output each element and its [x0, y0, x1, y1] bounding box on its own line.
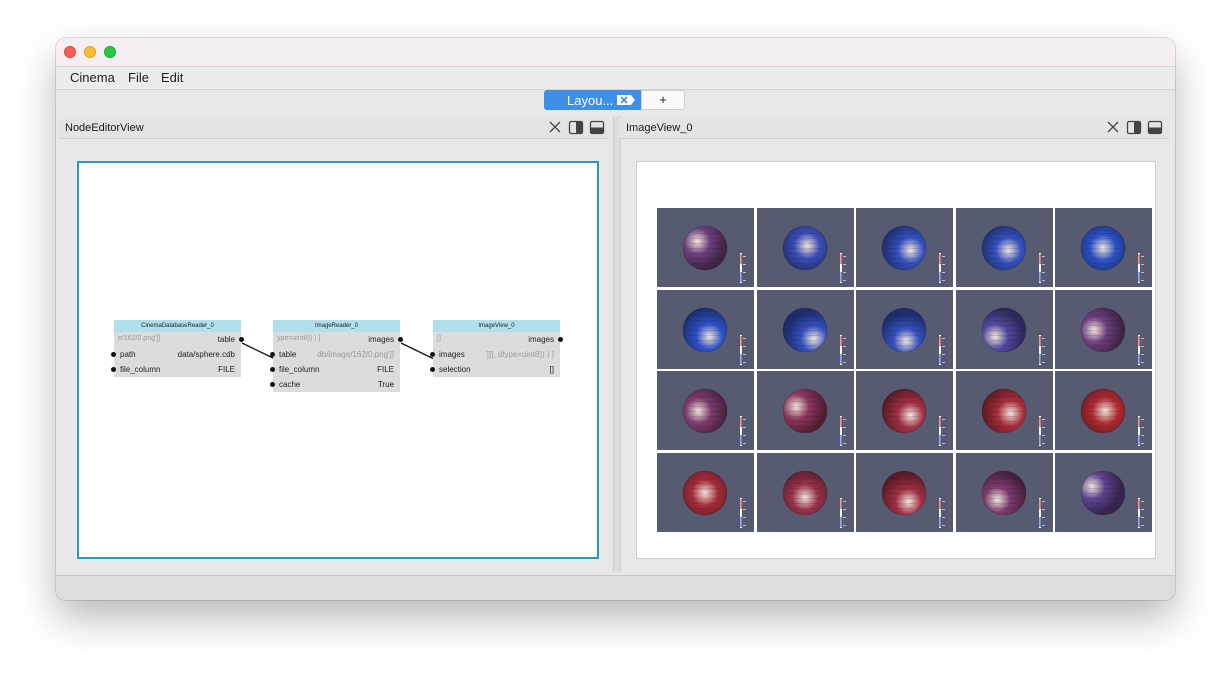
input-socket[interactable] [270, 367, 275, 372]
node-editor-panel: CinemaDatabaseReader_0 e/162/0.png']] tabl… [58, 139, 611, 573]
image-thumbnail[interactable] [856, 289, 953, 369]
node-port: path data/sphere.cdb [111, 347, 241, 362]
image-thumbnail[interactable] [657, 289, 754, 369]
node-port: table db/image/162/0.png']] [270, 347, 400, 362]
image-thumbnail[interactable] [856, 208, 953, 287]
close-window-button[interactable] [64, 46, 76, 58]
image-thumbnail[interactable] [955, 289, 1053, 369]
image-thumbnail[interactable] [856, 371, 953, 450]
zoom-window-button[interactable] [104, 46, 116, 58]
image-thumbnail[interactable] [1055, 452, 1152, 532]
tab-layout[interactable]: Layou... [544, 90, 641, 110]
image-thumbnail[interactable] [657, 371, 754, 450]
image-view-canvas[interactable] [636, 161, 1156, 559]
image-thumbnail[interactable] [657, 208, 754, 287]
node-port: ype=uint8)) ) ] images [273, 332, 403, 347]
port-value[interactable]: images [528, 335, 554, 344]
port-value[interactable]: FILE [218, 365, 235, 374]
port-preview-text: [] [437, 335, 441, 342]
node-port: images ]]], dtype=uint8)) ) ] [430, 347, 560, 362]
split-vertical-icon[interactable] [589, 120, 605, 135]
port-value[interactable]: FILE [377, 365, 394, 374]
node-imageview-0[interactable]: ImageView_0 [] images images ]]], dtype=uint… [430, 320, 563, 377]
node-port: e/162/0.png']] table [114, 332, 244, 347]
panel-splitter[interactable] [613, 116, 621, 572]
output-socket[interactable] [558, 337, 563, 342]
image-thumbnail[interactable] [955, 371, 1053, 450]
edge-images [400, 342, 435, 360]
minimize-window-button[interactable] [84, 46, 96, 58]
tab-close-icon[interactable] [617, 95, 635, 105]
port-value[interactable]: images [368, 335, 394, 344]
image-thumbnail[interactable] [756, 208, 854, 287]
layout-tab-bar: Layou... + [56, 90, 1175, 114]
split-horizontal-icon[interactable] [1126, 120, 1142, 135]
node-title[interactable]: ImageReader_0 [273, 320, 400, 332]
node-port: file_column FILE [111, 362, 241, 377]
close-icon[interactable] [1105, 120, 1121, 135]
image-thumbnail[interactable] [1055, 208, 1152, 287]
node-port: file_column FILE [270, 362, 400, 377]
image-thumbnail[interactable] [1055, 289, 1152, 369]
port-name: path [120, 350, 136, 359]
port-name: file_column [279, 365, 320, 374]
input-socket[interactable] [430, 367, 435, 372]
port-preview-text: ype=uint8)) ) ] [277, 335, 321, 342]
node-title[interactable]: CinemaDatabaseReader_0 [114, 320, 241, 332]
port-preview-text: e/162/0.png']] [118, 335, 161, 342]
node-editor-header: NodeEditorView [58, 118, 608, 139]
image-thumbnail[interactable] [1055, 371, 1152, 450]
port-value[interactable]: table [218, 335, 235, 344]
image-view-title: ImageView_0 [626, 122, 693, 134]
node-port: selection [] [430, 362, 560, 377]
port-name: table [279, 350, 297, 359]
input-socket[interactable] [111, 367, 116, 372]
input-socket[interactable] [270, 382, 275, 387]
node-port: cache True [270, 377, 400, 392]
node-editor-canvas[interactable]: CinemaDatabaseReader_0 e/162/0.png']] tabl… [77, 161, 599, 559]
port-value[interactable]: ]]], dtype=uint8)) ) ] [487, 350, 554, 359]
app-window: Cinema File Edit Layou... + NodeEditorVi… [56, 38, 1175, 600]
menu-file[interactable]: File [128, 70, 149, 85]
image-thumbnail[interactable] [756, 371, 854, 450]
split-vertical-icon[interactable] [1147, 120, 1163, 135]
node-editor-title: NodeEditorView [65, 122, 144, 134]
image-grid [657, 208, 1153, 532]
port-value[interactable]: db/image/162/0.png']] [317, 350, 394, 359]
menu-edit[interactable]: Edit [161, 70, 183, 85]
port-name: file_column [120, 365, 161, 374]
menu-bar: Cinema File Edit [56, 67, 1175, 90]
input-socket[interactable] [270, 352, 275, 357]
input-socket[interactable] [430, 352, 435, 357]
status-bar [56, 575, 1175, 600]
image-view-header: ImageView_0 [619, 118, 1169, 139]
node-title[interactable]: ImageView_0 [433, 320, 560, 332]
node-imagereader-0[interactable]: ImageReader_0 ype=uint8)) ) ] images table d… [270, 320, 403, 392]
tab-layout-label: Layou... [567, 92, 614, 108]
image-view-panel [621, 139, 1173, 573]
title-bar [56, 38, 1175, 67]
output-socket[interactable] [398, 337, 403, 342]
image-thumbnail[interactable] [955, 452, 1053, 532]
add-tab-button[interactable]: + [641, 90, 685, 110]
image-thumbnail[interactable] [756, 452, 854, 532]
port-value[interactable]: True [378, 380, 394, 389]
port-name: cache [279, 380, 301, 389]
port-name: images [439, 350, 465, 359]
input-socket[interactable] [111, 352, 116, 357]
image-thumbnail[interactable] [955, 208, 1053, 287]
menu-cinema[interactable]: Cinema [70, 70, 115, 85]
output-socket[interactable] [239, 337, 244, 342]
port-value[interactable]: data/sphere.cdb [178, 350, 235, 359]
image-thumbnail[interactable] [856, 452, 953, 532]
split-horizontal-icon[interactable] [568, 120, 584, 135]
node-port: [] images [433, 332, 563, 347]
close-icon[interactable] [547, 120, 563, 135]
port-name: selection [439, 365, 471, 374]
node-cinemadatabasereader-0[interactable]: CinemaDatabaseReader_0 e/162/0.png']] tabl… [111, 320, 244, 377]
image-thumbnail[interactable] [657, 452, 754, 532]
port-value[interactable]: [] [550, 365, 554, 374]
image-thumbnail[interactable] [756, 289, 854, 369]
edge-table [241, 342, 276, 360]
